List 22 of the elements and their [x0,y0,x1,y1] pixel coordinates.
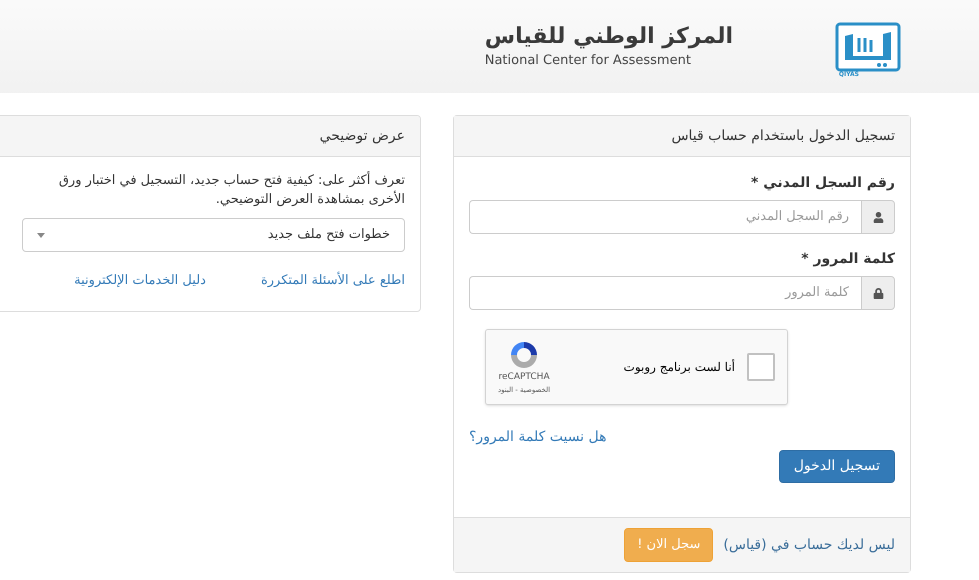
center-title: المركز الوطني للقياس [484,23,733,50]
no-account-text: ليس لديك حساب في (قياس) [723,536,895,554]
dropdown-caret-icon [37,232,45,238]
help-link[interactable]: اطلع على الأسئلة المتكررة [260,271,405,290]
logo-icon [835,22,901,72]
field-label: رقم السجل المدني * [751,174,895,193]
lock-icon [872,288,884,298]
captcha-label: أنا لست برنامج روبوت [624,358,735,376]
help-link[interactable]: دليل الخدمات الإلكترونية [74,271,206,290]
panel-title: تسجيل الدخول باستخدام حساب قياس [671,126,895,146]
forgot-password-link[interactable]: هل نسيت كلمة المرور؟ [469,427,607,448]
input-field[interactable]: رقم السجل المدني [469,200,861,234]
demo-description: تعرف أكثر على: كيفية فتح حساب جديد، التسجيل في اختبار ورق الأخرى بمشاهدة العرض التوضيحي. [58,171,405,209]
login-button[interactable]: تسجيل الدخول [778,450,895,483]
field-label: كلمة المرور * [801,250,895,269]
user-icon [872,212,884,222]
captcha-checkbox[interactable] [747,353,775,381]
center-subtitle: National Center for Assessment [484,52,691,70]
demo-select[interactable]: خطوات فتح ملف جديد [22,218,405,252]
panel-title: عرض توضيحي [320,126,405,146]
input-field[interactable]: كلمة المرور [469,276,861,310]
captcha-brand: reCAPTCHA [498,371,550,384]
